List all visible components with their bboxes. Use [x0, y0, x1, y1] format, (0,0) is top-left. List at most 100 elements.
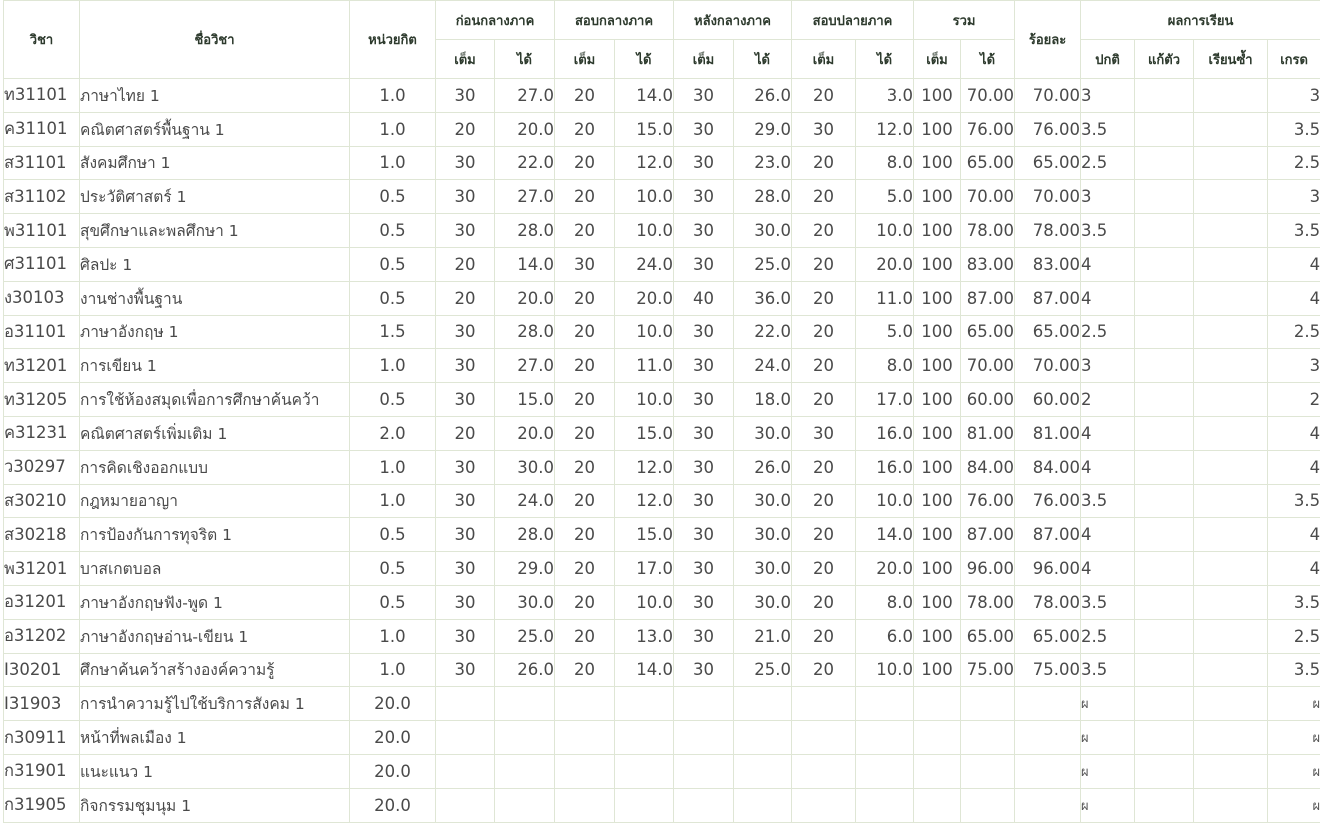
cell-final-exam-got: 11.0: [855, 280, 915, 316]
cell-pre-mid-full: 30: [435, 652, 495, 688]
cell-total-full: 100: [913, 111, 962, 147]
cell-subject-name: ภาษาอังกฤษ 1: [79, 314, 350, 350]
cell-mid-exam-got: 10.0: [613, 314, 675, 350]
cell-result-remedial: [1134, 686, 1195, 722]
cell-mid-exam-full: 20: [554, 213, 615, 248]
cell-mid-exam-full: 20: [554, 415, 615, 451]
cell-result-grade: 3: [1267, 78, 1320, 113]
cell-result-remedial: [1134, 213, 1195, 248]
cell-credit: 0.5: [349, 280, 436, 316]
cell-result-grade: 4: [1267, 246, 1320, 282]
cell-pre-mid-got: [494, 720, 555, 755]
header-post-mid: หลังกลางภาค: [673, 0, 793, 40]
cell-result-repeat: [1193, 145, 1269, 181]
header-result-repeat: เรียนซ้ำ: [1193, 39, 1269, 79]
cell-final-exam-full: 20: [791, 348, 857, 384]
cell-final-exam-got: 5.0: [855, 179, 915, 215]
cell-result-grade: 4: [1267, 415, 1320, 451]
cell-post-mid-full: 30: [673, 483, 735, 519]
cell-total-got: 87.00: [960, 280, 1016, 316]
cell-post-mid-got: 18.0: [733, 382, 793, 417]
cell-code: อ31101: [3, 314, 80, 350]
cell-percent: 70.00: [1014, 348, 1082, 384]
cell-pre-mid-full: 20: [435, 280, 495, 316]
cell-pre-mid-got: 28.0: [494, 517, 555, 553]
cell-percent: [1014, 787, 1082, 823]
cell-pre-mid-got: 28.0: [494, 213, 555, 248]
cell-final-exam-got: 10.0: [855, 652, 915, 688]
table-row: ค31231 คณิตศาสตร์เพิ่มเติม 1 2.0 20 20.0 20 15…: [3, 415, 1320, 451]
cell-result-normal: ผ: [1080, 720, 1136, 755]
cell-total-got: 76.00: [960, 483, 1016, 519]
cell-pre-mid-full: [435, 753, 495, 789]
cell-pre-mid-full: 30: [435, 213, 495, 248]
cell-mid-exam-full: 20: [554, 348, 615, 384]
cell-code: อ31201: [3, 584, 80, 620]
cell-pre-mid-got: 24.0: [494, 483, 555, 519]
cell-subject-name: บาสเกตบอล: [79, 551, 350, 586]
cell-mid-exam-got: 10.0: [613, 179, 675, 215]
cell-post-mid-got: 21.0: [733, 618, 793, 654]
cell-post-mid-got: 30.0: [733, 551, 793, 586]
cell-code: I31903: [3, 686, 80, 722]
cell-total-got: 70.00: [960, 78, 1016, 113]
header-name: ชื่อวิชา: [79, 0, 350, 79]
cell-post-mid-got: [733, 686, 793, 722]
cell-pre-mid-got: 27.0: [494, 78, 555, 113]
cell-code: ท31205: [3, 382, 80, 417]
cell-final-exam-got: 8.0: [855, 145, 915, 181]
cell-result-remedial: [1134, 179, 1195, 215]
cell-result-repeat: [1193, 584, 1269, 620]
cell-total-full: 100: [913, 246, 962, 282]
cell-result-grade: ผ: [1267, 720, 1320, 755]
table-body: ท31101 ภาษาไทย 1 1.0 30 27.0 20 14.0 30 26.0 20 3.…: [3, 78, 1320, 823]
cell-percent: 65.00: [1014, 618, 1082, 654]
cell-final-exam-full: [791, 686, 857, 722]
cell-credit: 1.0: [349, 348, 436, 384]
cell-mid-exam-got: 15.0: [613, 517, 675, 553]
cell-mid-exam-got: [613, 686, 675, 722]
cell-result-normal: 3.5: [1080, 483, 1136, 519]
cell-total-got: [960, 720, 1016, 755]
cell-code: I30201: [3, 652, 80, 688]
cell-result-grade: ผ: [1267, 753, 1320, 789]
cell-final-exam-full: 20: [791, 517, 857, 553]
cell-mid-exam-got: [613, 720, 675, 755]
cell-total-full: 100: [913, 483, 962, 519]
cell-result-normal: ผ: [1080, 686, 1136, 722]
cell-total-got: 83.00: [960, 246, 1016, 282]
cell-result-repeat: [1193, 280, 1269, 316]
cell-pre-mid-got: 30.0: [494, 449, 555, 485]
cell-result-grade: 3.5: [1267, 483, 1320, 519]
cell-code: พ31101: [3, 213, 80, 248]
cell-result-normal: 4: [1080, 517, 1136, 553]
cell-mid-exam-full: 20: [554, 584, 615, 620]
cell-final-exam-full: 20: [791, 618, 857, 654]
cell-subject-name: ภาษาอังกฤษอ่าน-เขียน 1: [79, 618, 350, 654]
header-pre-mid-full: เต็ม: [435, 39, 495, 79]
cell-result-repeat: [1193, 483, 1269, 519]
cell-total-got: 70.00: [960, 179, 1016, 215]
cell-final-exam-got: 20.0: [855, 246, 915, 282]
cell-credit: 20.0: [349, 753, 436, 789]
cell-result-remedial: [1134, 314, 1195, 350]
cell-result-grade: 2.5: [1267, 314, 1320, 350]
header-result: ผลการเรียน: [1080, 0, 1320, 40]
cell-mid-exam-got: 17.0: [613, 551, 675, 586]
cell-mid-exam-got: 10.0: [613, 213, 675, 248]
cell-result-remedial: [1134, 415, 1195, 451]
cell-result-grade: 2.5: [1267, 145, 1320, 181]
cell-final-exam-got: 8.0: [855, 348, 915, 384]
cell-mid-exam-full: [554, 686, 615, 722]
cell-post-mid-full: 30: [673, 314, 735, 350]
cell-subject-name: ภาษาไทย 1: [79, 78, 350, 113]
table-row: พ31101 สุขศึกษาและพลศึกษา 1 0.5 30 28.0 20 10.…: [3, 213, 1320, 248]
cell-total-full: 100: [913, 551, 962, 586]
cell-post-mid-full: 30: [673, 111, 735, 147]
cell-final-exam-got: 5.0: [855, 314, 915, 350]
cell-code: ก31905: [3, 787, 80, 823]
header-total-full: เต็ม: [913, 39, 962, 79]
cell-total-got: 65.00: [960, 145, 1016, 181]
cell-final-exam-got: 14.0: [855, 517, 915, 553]
cell-result-normal: 3.5: [1080, 111, 1136, 147]
